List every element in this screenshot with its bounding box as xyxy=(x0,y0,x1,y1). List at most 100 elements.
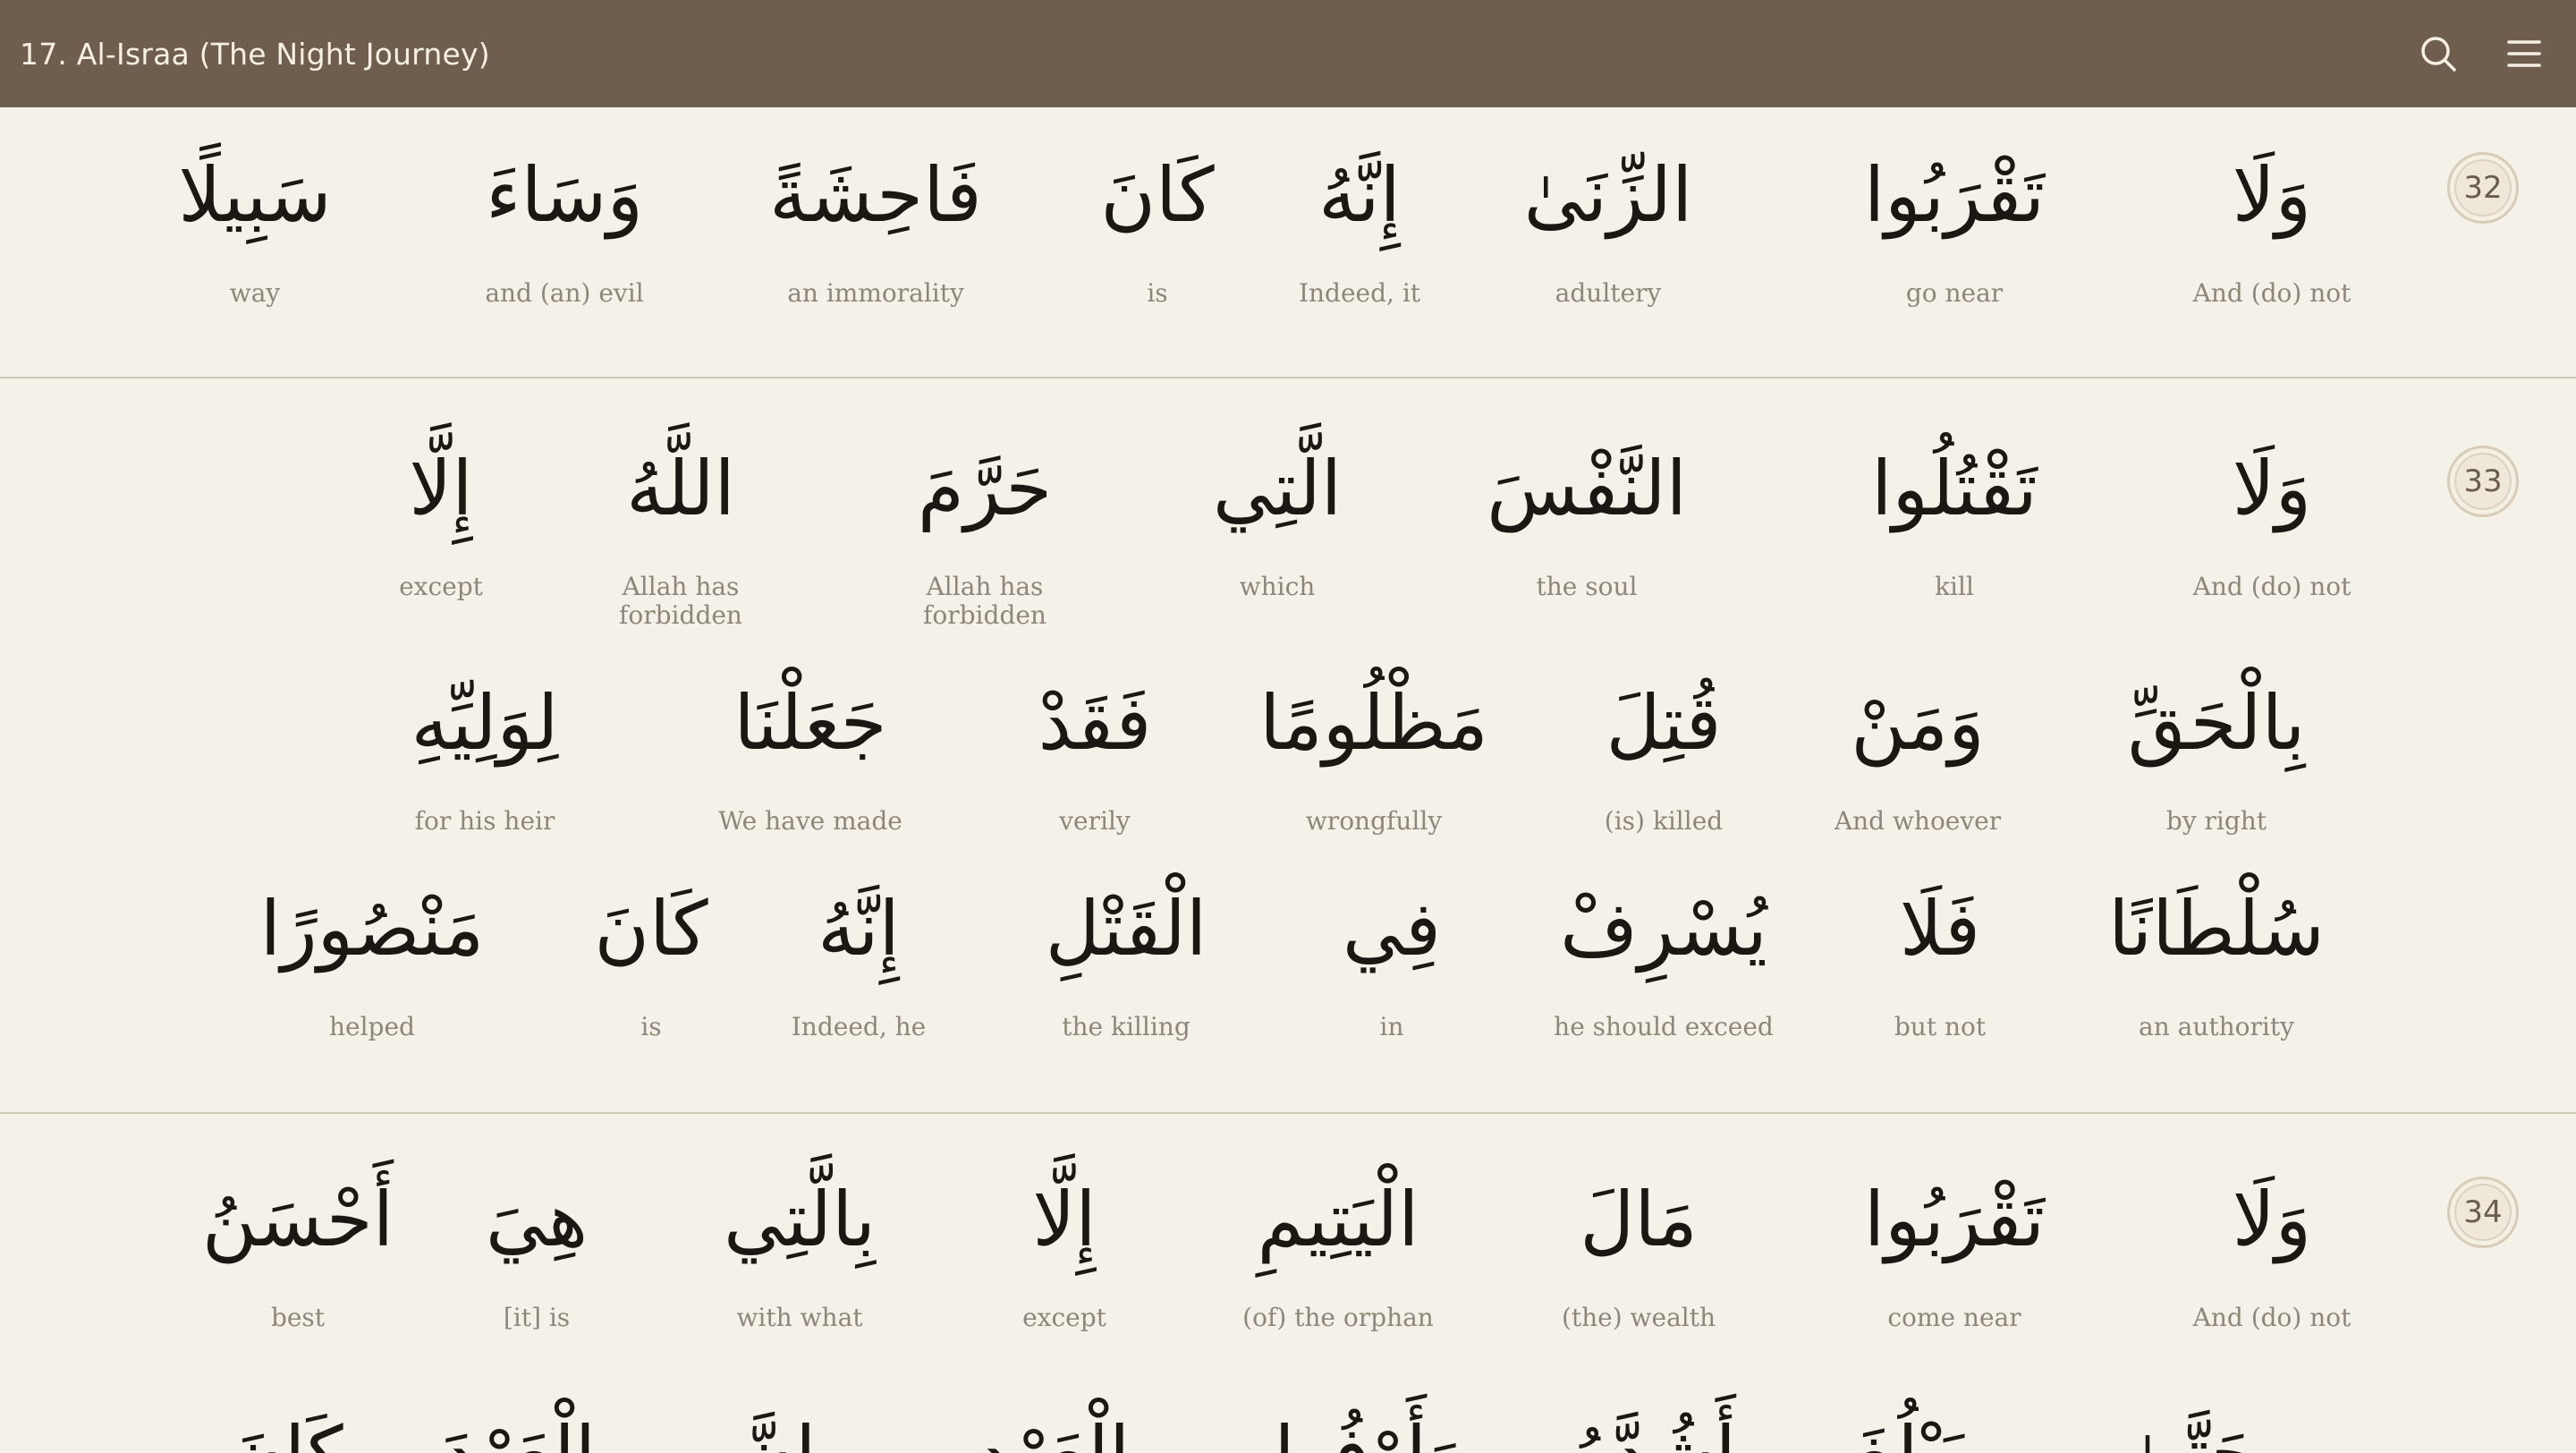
word-translation: in xyxy=(1379,1012,1404,1041)
arabic-word: تَقْرَبُوا xyxy=(1863,151,2046,239)
word-translation: come near xyxy=(1887,1303,2021,1332)
word[interactable]: مَنْصُورًا helped xyxy=(238,884,506,1041)
word-translation: helped xyxy=(329,1012,415,1041)
word-translation: and (an) evil xyxy=(485,278,644,308)
arabic-word: الْعَهْدَ xyxy=(385,1409,653,1453)
word[interactable]: حَتَّىٰ xyxy=(2057,1409,2326,1453)
word[interactable]: لِوَلِيِّهِ for his heir xyxy=(351,678,619,836)
word-translation: Allah has forbidden xyxy=(619,572,742,630)
word-translation: And (do) not xyxy=(2192,278,2351,308)
arabic-word: وَأَوْفُوا xyxy=(1234,1409,1503,1453)
verse-33: 33 وَلَا And (do) not تَقْتُلُوا kill النَ… xyxy=(0,378,2576,1114)
search-button[interactable] xyxy=(2413,29,2463,79)
word-translation: best xyxy=(270,1303,326,1332)
arabic-word: يَبْلُغَ xyxy=(1775,1409,2044,1453)
word[interactable]: إِنَّ xyxy=(689,1409,868,1453)
arabic-word: تَقْرَبُوا xyxy=(1863,1176,2046,1263)
arabic-word: وَلَا xyxy=(2232,1176,2312,1263)
word[interactable]: إِلَّا except xyxy=(307,444,575,601)
verse-number-badge[interactable]: 32 xyxy=(2447,152,2519,224)
arabic-word: فَقَدْ xyxy=(1038,679,1152,767)
word[interactable]: حَرَّمَ Allah has forbidden xyxy=(900,444,1070,630)
word[interactable]: وَمَنْ And whoever xyxy=(1784,678,2052,836)
word[interactable]: بِالْعَهْدِ xyxy=(930,1409,1199,1453)
word[interactable]: يُسْرِفْ he should exceed xyxy=(1530,884,1798,1041)
arabic-word: بِالْحَقِّ xyxy=(2127,679,2306,767)
arabic-word: هِيَ xyxy=(485,1176,589,1263)
word[interactable]: مَالَ (the) wealth xyxy=(1504,1175,1773,1332)
verse-list[interactable]: 32 وَلَا And (do) not تَقْرَبُوا go near ا… xyxy=(0,107,2576,1453)
word-translation: with what xyxy=(736,1303,863,1332)
word[interactable]: هِيَ [it] is xyxy=(402,1175,671,1332)
arabic-word: حَتَّىٰ xyxy=(2057,1409,2326,1453)
word[interactable]: أَحْسَنُ best xyxy=(164,1175,432,1332)
arabic-word: تَقْتُلُوا xyxy=(1871,445,2038,532)
word[interactable]: مَظْلُومًا wrongfully xyxy=(1240,678,1508,836)
word[interactable]: بِالْحَقِّ by right xyxy=(2082,678,2351,836)
word[interactable]: تَقْرَبُوا go near xyxy=(1775,150,2133,308)
word-translation: kill xyxy=(1935,572,1974,601)
arabic-word: الْيَتِيمِ xyxy=(1257,1176,1419,1263)
word[interactable]: وَأَوْفُوا xyxy=(1234,1409,1503,1453)
word[interactable]: تَقْتُلُوا kill xyxy=(1820,444,2089,601)
arabic-word: لِوَلِيِّهِ xyxy=(411,679,559,767)
word[interactable]: وَلَا And (do) not xyxy=(2138,1175,2406,1332)
word[interactable]: اللَّهُ Allah has forbidden xyxy=(596,444,766,630)
word-translation: by right xyxy=(2165,806,2267,836)
word[interactable]: فَقَدْ verily xyxy=(961,678,1229,836)
word[interactable]: قُتِلَ (is) killed xyxy=(1530,678,1798,836)
menu-button[interactable] xyxy=(2499,29,2549,79)
header-actions xyxy=(2413,29,2549,79)
word-translation: We have made xyxy=(718,806,902,836)
arabic-word: فَاحِشَةً xyxy=(769,151,982,239)
arabic-word: النَّفْسَ xyxy=(1487,445,1687,532)
word-translation: except xyxy=(1022,1303,1106,1332)
word[interactable]: كَانَ xyxy=(179,1409,394,1453)
verse-number-badge[interactable]: 33 xyxy=(2447,446,2519,517)
word-translation: [it] is xyxy=(503,1303,571,1332)
arabic-word: وَلَا xyxy=(2232,151,2312,239)
word[interactable]: يَبْلُغَ xyxy=(1775,1409,2044,1453)
word-translation: And (do) not xyxy=(2192,572,2351,601)
arabic-word: إِنَّ xyxy=(689,1409,868,1453)
arabic-word: سُلْطَانًا xyxy=(2108,885,2325,973)
word[interactable]: الَّتِي which xyxy=(1143,444,1411,601)
word-translation: And (do) not xyxy=(2192,1303,2351,1332)
arabic-word: وَمَنْ xyxy=(1851,679,1985,767)
arabic-word: إِلَّا xyxy=(409,445,473,532)
word[interactable]: جَعَلْنَا We have made xyxy=(676,678,945,836)
arabic-word: إِلَّا xyxy=(1032,1176,1097,1263)
word[interactable]: الْيَتِيمِ (of) the orphan xyxy=(1204,1175,1472,1332)
word[interactable]: إِلَّا except xyxy=(930,1175,1199,1332)
word[interactable]: وَلَا And (do) not xyxy=(2093,150,2451,308)
word[interactable]: الْقَتْلِ the killing xyxy=(992,884,1260,1041)
word-translation: (is) killed xyxy=(1604,806,1724,836)
word-translation: an immorality xyxy=(787,278,964,308)
word[interactable]: سَبِيلًا way xyxy=(103,150,407,308)
arabic-word: وَلَا xyxy=(2232,445,2312,532)
word[interactable]: فَلَا but not xyxy=(1806,884,2074,1041)
word[interactable]: كَانَ is xyxy=(517,884,785,1041)
word[interactable]: وَلَا And (do) not xyxy=(2138,444,2406,601)
word[interactable]: أَشُدَّهُ xyxy=(1521,1409,1789,1453)
arabic-word: جَعَلْنَا xyxy=(733,679,887,767)
word[interactable]: تَقْرَبُوا come near xyxy=(1820,1175,2089,1332)
word[interactable]: فَاحِشَةً an immorality xyxy=(697,150,1055,308)
word-translation: he should exceed xyxy=(1554,1012,1774,1041)
word[interactable]: النَّفْسَ the soul xyxy=(1453,444,1721,601)
arabic-word: الْقَتْلِ xyxy=(1045,885,1208,973)
word[interactable]: الْعَهْدَ xyxy=(385,1409,653,1453)
word-translation: wrongfully xyxy=(1305,806,1443,836)
word[interactable]: سُلْطَانًا an authority xyxy=(2082,884,2351,1041)
word[interactable]: فِي in xyxy=(1258,884,1526,1041)
surah-title: 17. Al-Israa (The Night Journey) xyxy=(20,36,490,72)
word-translation: but not xyxy=(1894,1012,1987,1041)
word[interactable]: بِالَّتِي with what xyxy=(665,1175,934,1332)
word[interactable]: وَسَاءَ and (an) evil xyxy=(386,150,743,308)
arabic-word: اللَّهُ xyxy=(626,445,735,532)
word-translation: the killing xyxy=(1062,1012,1191,1041)
verse-number-badge[interactable]: 34 xyxy=(2447,1177,2519,1248)
word-translation: go near xyxy=(1905,278,2004,308)
arabic-word: وَسَاءَ xyxy=(485,151,644,239)
arabic-word: أَشُدَّهُ xyxy=(1521,1409,1789,1453)
